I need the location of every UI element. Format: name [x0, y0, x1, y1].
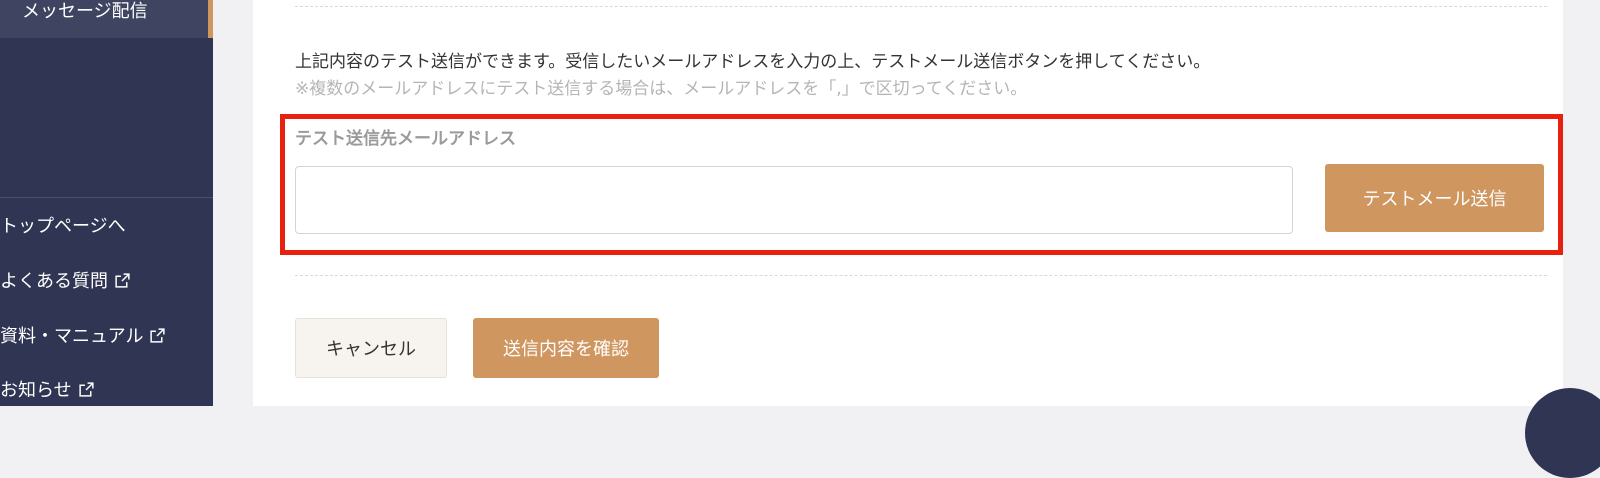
- sidebar-item-label: メッセージ配信: [22, 1, 148, 22]
- test-send-note: ※複数のメールアドレスにテスト送信する場合は、メールアドレスを「,」で区切ってく…: [295, 79, 1028, 99]
- divider-bottom: [295, 275, 1547, 276]
- test-email-input[interactable]: [295, 166, 1293, 234]
- sidebar-link-label: 資料・マニュアル: [0, 326, 144, 347]
- test-send-description: 上記内容のテスト送信ができます。受信したいメールアドレスを入力の上、テストメール…: [295, 52, 1211, 72]
- sidebar-link-documents[interactable]: 資料・マニュアル: [0, 321, 166, 349]
- external-link-icon: [149, 327, 166, 344]
- divider-top: [295, 6, 1547, 7]
- sidebar-link-faq[interactable]: よくある質問: [0, 266, 131, 294]
- test-email-label: テスト送信先メールアドレス: [295, 129, 516, 149]
- cancel-button[interactable]: キャンセル: [295, 318, 447, 378]
- external-link-icon: [114, 272, 131, 289]
- chat-button[interactable]: [1525, 388, 1600, 478]
- sidebar-divider: [0, 197, 213, 198]
- confirm-button[interactable]: 送信内容を確認: [473, 318, 659, 378]
- sidebar-item-message-delivery[interactable]: メッセージ配信: [0, 0, 213, 38]
- sidebar: メッセージ配信 トップページへ よくある質問 資料・マニュアル お知らせ: [0, 0, 213, 406]
- sidebar-link-label: よくある質問: [0, 271, 108, 292]
- sidebar-link-label: トップページへ: [0, 216, 126, 237]
- sidebar-link-top-page[interactable]: トップページへ: [0, 211, 126, 239]
- external-link-icon: [78, 381, 95, 398]
- test-send-button[interactable]: テストメール送信: [1325, 164, 1544, 232]
- sidebar-link-news[interactable]: お知らせ: [0, 375, 95, 403]
- sidebar-link-label: お知らせ: [0, 380, 72, 401]
